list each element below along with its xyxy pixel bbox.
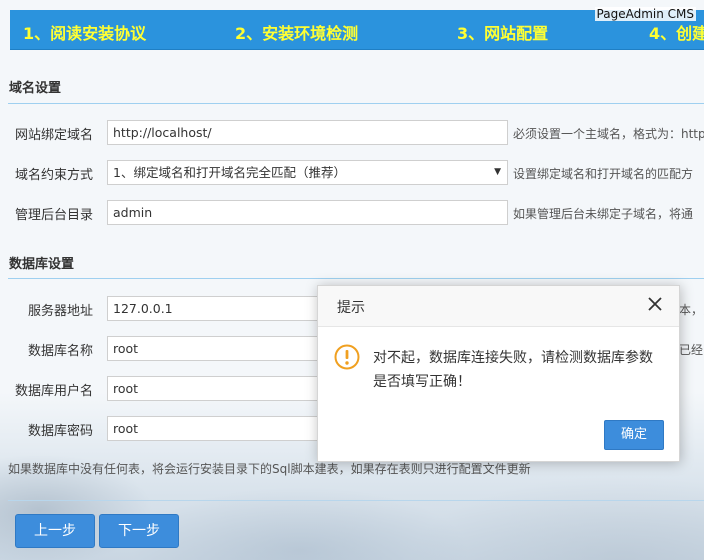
step-1: 1、阅读安装协议 — [23, 24, 147, 43]
db-server-hint: 本，多 — [679, 303, 704, 317]
bind-domain-hint: 必须设置一个主域名，格式为：http — [513, 127, 704, 141]
prev-step-button[interactable]: 上一步 — [15, 514, 95, 548]
close-icon[interactable] — [645, 294, 665, 314]
domain-match-hint: 设置绑定域名和打开域名的匹配方 — [513, 167, 694, 181]
ok-button[interactable]: 确定 — [604, 420, 664, 450]
step-2: 2、安装环境检测 — [235, 24, 359, 43]
domain-section-title: 域名设置 — [9, 81, 62, 96]
alert-dialog: 提示 对不起，数据库连接失败，请检测数据库参数是否填写正确！ 确定 — [317, 285, 680, 462]
bind-domain-label: 网站绑定域名 — [15, 128, 94, 143]
bind-domain-input[interactable]: http://localhost/ — [107, 120, 508, 145]
admin-dir-input[interactable]: admin — [107, 200, 508, 225]
brand-label: PageAdmin CMS — [594, 7, 696, 21]
step-3: 3、网站配置 — [457, 24, 549, 43]
dialog-title: 提示 — [337, 300, 365, 316]
domain-match-select[interactable]: 1、绑定域名和打开域名完全匹配（推荐） ▼ — [107, 160, 508, 185]
dropdown-arrow-icon: ▼ — [494, 167, 501, 177]
db-password-label: 数据库密码 — [28, 424, 94, 439]
divider — [8, 103, 704, 104]
divider — [8, 500, 704, 501]
step-4: 4、创建 — [649, 24, 704, 43]
admin-dir-hint: 如果管理后台未绑定子域名，将通 — [513, 207, 694, 221]
dialog-header: 提示 — [318, 286, 679, 327]
divider — [8, 278, 704, 279]
db-server-label: 服务器地址 — [28, 304, 94, 319]
db-section-title: 数据库设置 — [9, 257, 75, 272]
db-note: 如果数据库中没有任何表，将会运行安装目录下的Sql脚本建表，如果存在表则只进行配… — [8, 462, 531, 476]
admin-dir-label: 管理后台目录 — [15, 208, 94, 223]
next-step-button[interactable]: 下一步 — [99, 514, 179, 548]
domain-match-label: 域名约束方式 — [15, 168, 94, 183]
domain-match-value: 1、绑定域名和打开域名完全匹配（推荐） — [113, 165, 346, 180]
db-name-hint: 已经 — [679, 343, 704, 357]
warning-icon — [334, 344, 360, 370]
db-user-label: 数据库用户名 — [15, 384, 94, 399]
db-name-label: 数据库名称 — [28, 344, 94, 359]
dialog-message: 对不起，数据库连接失败，请检测数据库参数是否填写正确！ — [373, 350, 653, 390]
